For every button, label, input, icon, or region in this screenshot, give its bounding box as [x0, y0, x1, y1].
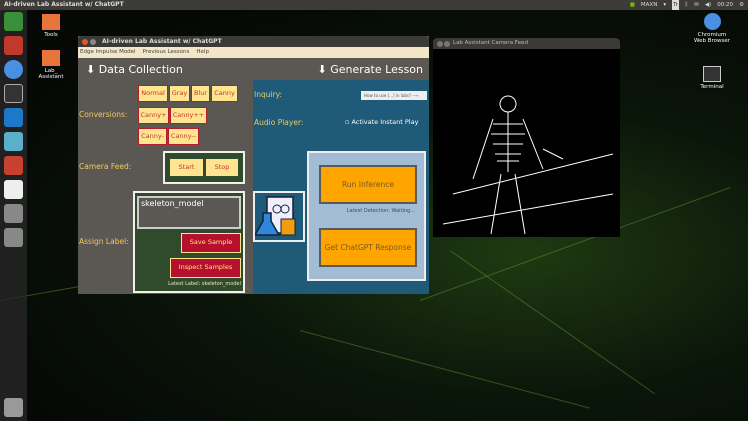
canny-button[interactable]: Canny: [211, 85, 238, 102]
launcher: [0, 10, 27, 421]
instant-play-checkbox[interactable]: ▫ Activate Instant Play: [345, 118, 418, 126]
volume-icon[interactable]: ◀): [705, 0, 711, 10]
unknown-app-icon[interactable]: [4, 228, 23, 247]
data-collection-heading: ⬇ Data Collection: [86, 63, 183, 76]
app-window: AI-driven Lab Assistant w/ ChatGPT Edge …: [78, 36, 429, 294]
canny-minus-button[interactable]: Canny-: [138, 128, 167, 145]
latest-detection-text: Latest Detection: Waiting...: [346, 208, 415, 214]
power-mode[interactable]: MAXN: [641, 0, 657, 10]
inquiry-dropdown[interactable]: How to use [...] in labs? ⟶: [361, 91, 427, 100]
mail-icon[interactable]: ✉: [694, 0, 699, 10]
desktop-icon-terminal[interactable]: Terminal: [692, 66, 732, 90]
folder-icon: [42, 14, 60, 30]
latest-label-text: Latest Label: skeleton_model: [168, 281, 241, 287]
gear-icon[interactable]: ⚙: [739, 0, 744, 10]
dropdown-arrow-icon: ⟶: [412, 93, 419, 98]
settings-icon[interactable]: [4, 156, 23, 175]
chromium-icon[interactable]: [4, 60, 23, 79]
start-button[interactable]: Start: [169, 158, 204, 177]
gray-button[interactable]: Gray: [169, 85, 190, 102]
normal-button[interactable]: Normal: [138, 85, 168, 102]
wifi-icon[interactable]: ▾: [663, 0, 666, 10]
menu-bar: Edge Impulse Model Previous Lessons Help: [78, 47, 429, 58]
canny-minus-minus-button[interactable]: Canny--: [168, 128, 199, 145]
generate-lesson-heading: ⬇ Generate Lesson: [317, 63, 423, 76]
stop-button[interactable]: Stop: [205, 158, 239, 177]
menu-edge-impulse-model[interactable]: Edge Impulse Model: [80, 47, 136, 58]
camera-feed-label: Camera Feed:: [79, 162, 132, 171]
audio-player-label: Audio Player:: [254, 118, 304, 127]
close-icon[interactable]: [82, 39, 88, 45]
vscode-icon[interactable]: [4, 108, 23, 127]
minimize-icon[interactable]: [444, 41, 450, 47]
terminal-icon[interactable]: [4, 84, 23, 103]
files-icon[interactable]: [4, 36, 23, 55]
unknown-app-icon[interactable]: [4, 204, 23, 223]
desktop-icon-lab-assistant[interactable]: Lab_ Assistant: [31, 50, 71, 80]
canny-plus-button[interactable]: Canny+: [138, 107, 169, 124]
camera-feed-window: Lab Assistant Camera Feed: [433, 38, 620, 237]
lab-assistant-image: [253, 191, 305, 242]
desktop-icon-chromium[interactable]: Chromium Web Browser: [692, 13, 732, 44]
system-tray: ■ MAXN ▾ Tr ᛒ ✉ ◀) 00:20 ⚙: [630, 0, 744, 10]
screenshot-icon[interactable]: [4, 132, 23, 151]
camera-controls: Start Stop: [163, 151, 245, 184]
keyboard-layout[interactable]: Tr: [672, 0, 679, 10]
generate-lesson-panel: Inquiry: How to use [...] in labs? ⟶ Aud…: [253, 80, 429, 294]
desktop-icon-tools[interactable]: Tools: [31, 14, 71, 38]
top-panel: AI-driven Lab Assistant w/ ChatGPT ■ MAX…: [0, 0, 748, 10]
document-icon[interactable]: [4, 180, 23, 199]
inspect-samples-button[interactable]: Inspect Samples: [170, 258, 241, 278]
window-titlebar[interactable]: AI-driven Lab Assistant w/ ChatGPT: [78, 36, 429, 47]
label-input[interactable]: skeleton_model: [137, 196, 241, 229]
assign-label-label: Assign Label:: [79, 237, 129, 246]
blur-button[interactable]: Blur: [191, 85, 210, 102]
menu-previous-lessons[interactable]: Previous Lessons: [143, 47, 190, 58]
save-sample-button[interactable]: Save Sample: [181, 233, 241, 253]
ubuntu-icon[interactable]: [4, 12, 23, 31]
trash-icon[interactable]: [4, 398, 23, 417]
minimize-icon[interactable]: [90, 39, 96, 45]
active-window-title: AI-driven Lab Assistant w/ ChatGPT: [4, 1, 124, 8]
inference-panel: Run Inference Latest Detection: Waiting.…: [307, 151, 426, 281]
camera-feed-image: [442, 95, 614, 235]
get-chatgpt-response-button[interactable]: Get ChatGPT Response: [319, 228, 417, 267]
clock[interactable]: 00:20: [717, 0, 733, 10]
folder-icon: [42, 50, 60, 66]
run-inference-button[interactable]: Run Inference: [319, 165, 417, 204]
nvidia-icon[interactable]: ■: [630, 0, 635, 10]
close-icon[interactable]: [437, 41, 443, 47]
terminal-icon: [703, 66, 721, 82]
canny-plus-plus-button[interactable]: Canny++: [170, 107, 207, 124]
inquiry-label: Inquiry:: [254, 90, 283, 99]
menu-help[interactable]: Help: [196, 47, 209, 58]
bluetooth-icon[interactable]: ᛒ: [685, 0, 688, 10]
label-panel: skeleton_model Save Sample Inspect Sampl…: [133, 191, 245, 293]
chromium-icon: [703, 13, 721, 30]
conversions-label: Conversions:: [79, 110, 128, 119]
camera-window-titlebar[interactable]: Lab Assistant Camera Feed: [433, 38, 620, 49]
